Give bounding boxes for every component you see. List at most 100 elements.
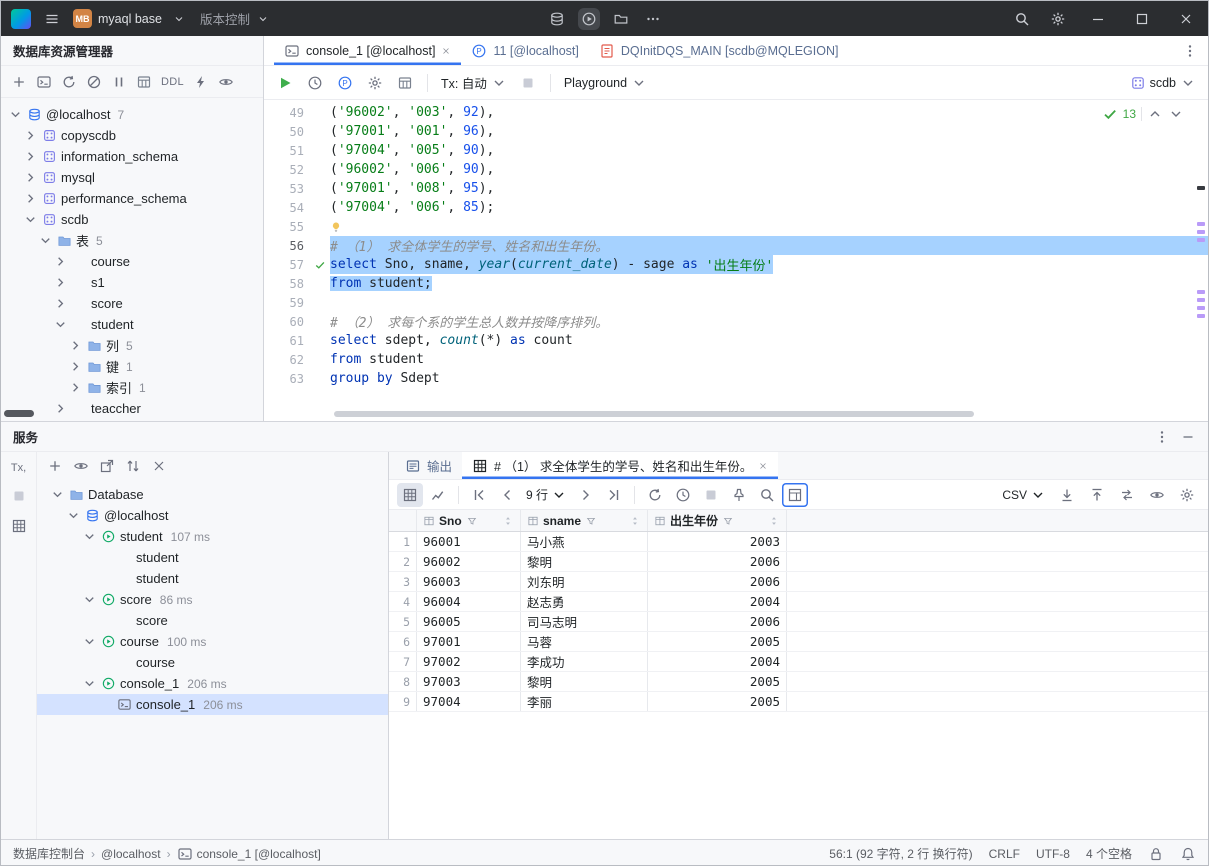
line-separator[interactable]: CRLF (989, 847, 1020, 861)
tree-item-scdb[interactable]: scdb (1, 209, 263, 230)
readonly-lock-icon[interactable] (1148, 846, 1164, 862)
filter-icon[interactable] (722, 515, 734, 527)
editor-line-55[interactable]: 55 (264, 217, 1208, 236)
chevron-right-icon[interactable] (23, 191, 38, 206)
main-menu-icon[interactable] (41, 8, 63, 30)
column-header-sname[interactable]: sname (521, 510, 648, 531)
cell-sno[interactable]: 96004 (417, 592, 521, 611)
tree-item-score[interactable]: score (1, 293, 263, 314)
editor-tab-dqinitdqs_main-scdb@mqlegion[interactable]: DQInitDQS_MAIN [scdb@MQLEGION] (589, 36, 849, 65)
sort-icon[interactable] (629, 515, 641, 527)
view-options-icon[interactable] (218, 74, 234, 90)
tx-mode-select[interactable]: Tx: 自动 (437, 73, 511, 92)
open-table-icon[interactable] (136, 74, 152, 90)
window-close-button[interactable] (1164, 1, 1208, 36)
result-row-5[interactable]: 5 96005 司马志明 2006 (389, 612, 1208, 632)
tree-item-item[interactable]: 键1 (1, 356, 263, 377)
tree-item-information_schema[interactable]: information_schema (1, 146, 263, 167)
service-item-student[interactable]: student 107 ms (37, 526, 388, 547)
service-item-database[interactable]: Database (37, 484, 388, 505)
editor-tab-console_1-@localhost[interactable]: console_1 [@localhost] (274, 36, 461, 65)
cell-sno[interactable]: 96003 (417, 572, 521, 591)
pause-icon[interactable] (111, 74, 127, 90)
view-options-icon[interactable] (1144, 483, 1170, 507)
editor-hscrollbar[interactable] (334, 411, 974, 417)
filter-icon[interactable] (466, 515, 478, 527)
result-settings-icon[interactable] (1174, 483, 1200, 507)
result-tab-1[interactable]: # （1） 求全体学生的学号、姓名和出生年份。 (462, 452, 779, 479)
cell-year[interactable]: 2003 (648, 532, 787, 551)
window-minimize-button[interactable] (1076, 1, 1120, 36)
editor-line-60[interactable]: 60 # （2） 求每个系的学生总人数并按降序排列。 (264, 312, 1208, 332)
chevron-right-icon[interactable] (68, 359, 83, 374)
chevron-right-icon[interactable] (53, 275, 68, 290)
editor-line-61[interactable]: 61 select sdept, count (*) as count (264, 331, 1208, 350)
chevron-right-icon[interactable] (53, 254, 68, 269)
close-tab-icon[interactable] (441, 46, 451, 56)
chevron-down-icon[interactable] (53, 317, 68, 332)
service-item-student[interactable]: student (37, 568, 388, 589)
page-size-select[interactable]: 9 行 (522, 486, 571, 503)
add-icon[interactable] (47, 458, 63, 474)
cell-year[interactable]: 2006 (648, 552, 787, 571)
editor-line-53[interactable]: 53('97001', '008', 95), (264, 179, 1208, 198)
tree-item-performance_schema[interactable]: performance_schema (1, 188, 263, 209)
cell-year[interactable]: 2004 (648, 652, 787, 671)
more-actions-icon[interactable] (642, 8, 664, 30)
cell-year[interactable]: 2006 (648, 612, 787, 631)
service-item-@localhost[interactable]: @localhost (37, 505, 388, 526)
tree-item-item[interactable]: 索引 1 (1, 377, 263, 398)
editor-line-57[interactable]: 57 select Sno, sname, year(current_date) … (264, 255, 1208, 274)
tree-item-s1[interactable]: s1 (1, 272, 263, 293)
cell-year[interactable]: 2006 (648, 572, 787, 591)
chevron-down-icon[interactable] (38, 233, 53, 248)
editor-line-49[interactable]: 49('96002', '003', 92), (264, 103, 1208, 122)
result-row-1[interactable]: 1 96001 马小燕 2003 (389, 532, 1208, 552)
new-console-icon[interactable] (36, 74, 52, 90)
chevron-down-icon[interactable] (66, 508, 81, 523)
run-circle-icon[interactable] (577, 7, 600, 30)
sort-icon[interactable] (768, 515, 780, 527)
column-header-item[interactable]: 出生年份 (648, 510, 787, 531)
cell-year[interactable]: 2005 (648, 692, 787, 711)
playground-select[interactable]: Playground (560, 75, 651, 91)
cell-sname[interactable]: 马蓉 (521, 632, 648, 651)
search-everywhere-icon[interactable] (1004, 1, 1040, 36)
refresh-icon[interactable] (61, 74, 77, 90)
service-item-course[interactable]: course 100 ms (37, 631, 388, 652)
code-editor[interactable]: 49('96002', '003', 92), 50('97001', '001'… (264, 100, 1208, 421)
find-icon[interactable] (754, 483, 780, 507)
service-item-console_1[interactable]: console_1 206 ms (37, 673, 388, 694)
chevron-down-icon[interactable] (1168, 106, 1184, 122)
transfer-data-icon[interactable] (1114, 483, 1140, 507)
chevron-down-icon[interactable] (23, 212, 38, 227)
tree-item-student[interactable]: student (1, 314, 263, 335)
query-history-icon[interactable] (670, 483, 696, 507)
cell-sno[interactable]: 97003 (417, 672, 521, 691)
chevron-right-icon[interactable] (23, 170, 38, 185)
database-stack-icon[interactable] (546, 8, 568, 30)
cell-sname[interactable]: 黎明 (521, 552, 648, 571)
expand-collapse-icon[interactable] (125, 458, 141, 474)
cell-sname[interactable]: 马小燕 (521, 532, 648, 551)
tree-item-mysql[interactable]: mysql (1, 167, 263, 188)
next-page-icon[interactable] (573, 483, 599, 507)
vcs-widget[interactable]: 版本控制 (200, 8, 274, 30)
export-data-icon[interactable] (1054, 483, 1080, 507)
close-session-icon[interactable] (151, 458, 167, 474)
tab-options-icon[interactable] (1182, 43, 1198, 59)
editor-line-63[interactable]: 63 group by Sdept (264, 369, 1208, 388)
schema-select[interactable]: scdb (1126, 75, 1200, 91)
chevron-down-icon[interactable] (8, 107, 23, 122)
tree-item-item[interactable]: 列5 (1, 335, 263, 356)
chevron-right-icon[interactable] (53, 296, 68, 311)
project-folder-icon[interactable] (610, 8, 632, 30)
export-format-select[interactable]: CSV (998, 487, 1050, 503)
service-item-student[interactable]: student (37, 547, 388, 568)
settings-gear-icon[interactable] (1040, 1, 1076, 36)
service-item-score[interactable]: score 86 ms (37, 589, 388, 610)
chevron-right-icon[interactable] (23, 128, 38, 143)
ddl-button[interactable]: DDL (161, 76, 184, 88)
result-row-3[interactable]: 3 96003 刘东明 2006 (389, 572, 1208, 592)
execution-plan-icon[interactable]: P (332, 71, 358, 95)
